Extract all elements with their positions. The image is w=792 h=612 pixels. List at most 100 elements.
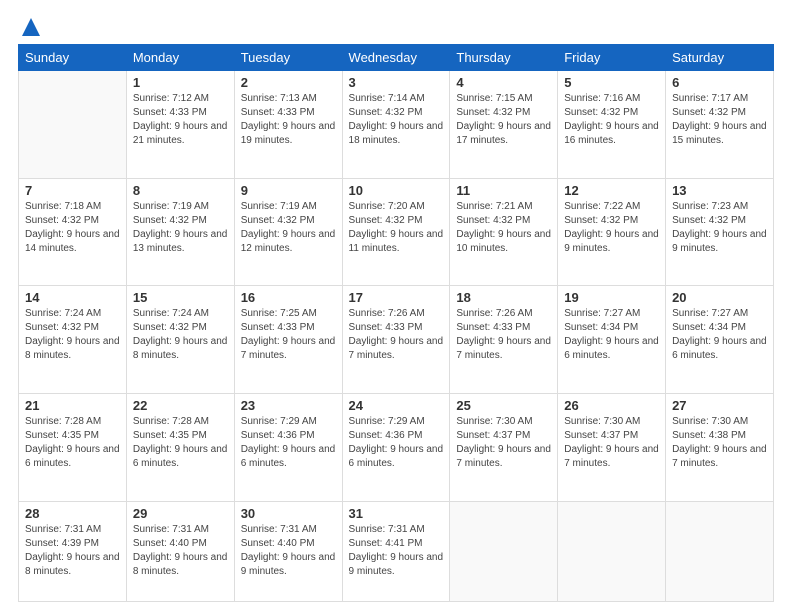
cell-info: Sunrise: 7:22 AMSunset: 4:32 PMDaylight:… <box>564 200 659 256</box>
day-number: 29 <box>133 506 228 521</box>
calendar-table: SundayMondayTuesdayWednesdayThursdayFrid… <box>18 44 774 602</box>
cell-info: Sunrise: 7:24 AMSunset: 4:32 PMDaylight:… <box>133 307 228 363</box>
calendar-cell: 6 Sunrise: 7:17 AMSunset: 4:32 PMDaylight… <box>666 71 774 179</box>
day-number: 14 <box>25 290 120 305</box>
calendar-day-header: Monday <box>126 45 234 71</box>
calendar-cell: 17 Sunrise: 7:26 AMSunset: 4:33 PMDayligh… <box>342 286 450 394</box>
calendar-day-header: Tuesday <box>234 45 342 71</box>
calendar-week-row: 28 Sunrise: 7:31 AMSunset: 4:39 PMDayligh… <box>19 501 774 601</box>
cell-info: Sunrise: 7:31 AMSunset: 4:39 PMDaylight:… <box>25 523 120 579</box>
calendar-day-header: Thursday <box>450 45 558 71</box>
calendar-cell: 22 Sunrise: 7:28 AMSunset: 4:35 PMDayligh… <box>126 393 234 501</box>
day-number: 8 <box>133 183 228 198</box>
day-number: 15 <box>133 290 228 305</box>
calendar-cell: 28 Sunrise: 7:31 AMSunset: 4:39 PMDayligh… <box>19 501 127 601</box>
calendar-cell: 26Sunrise: 7:30 AMSunset: 4:37 PMDayligh… <box>558 393 666 501</box>
calendar-cell: 21Sunrise: 7:28 AMSunset: 4:35 PMDayligh… <box>19 393 127 501</box>
day-number: 31 <box>349 506 444 521</box>
calendar-cell: 4 Sunrise: 7:15 AMSunset: 4:32 PMDaylight… <box>450 71 558 179</box>
calendar-cell: 29 Sunrise: 7:31 AMSunset: 4:40 PMDayligh… <box>126 501 234 601</box>
calendar-cell: 19 Sunrise: 7:27 AMSunset: 4:34 PMDayligh… <box>558 286 666 394</box>
day-number: 4 <box>456 75 551 90</box>
cell-info: Sunrise: 7:20 AMSunset: 4:32 PMDaylight:… <box>349 200 444 256</box>
cell-info: Sunrise: 7:14 AMSunset: 4:32 PMDaylight:… <box>349 92 444 148</box>
calendar-week-row: 1 Sunrise: 7:12 AMSunset: 4:33 PMDaylight… <box>19 71 774 179</box>
cell-info: Sunrise: 7:28 AMSunset: 4:35 PMDaylight:… <box>133 415 228 471</box>
cell-info: Sunrise: 7:19 AMSunset: 4:32 PMDaylight:… <box>241 200 336 256</box>
day-number: 2 <box>241 75 336 90</box>
calendar-cell: 10 Sunrise: 7:20 AMSunset: 4:32 PMDayligh… <box>342 178 450 286</box>
calendar-cell: 13Sunrise: 7:23 AMSunset: 4:32 PMDayligh… <box>666 178 774 286</box>
calendar-cell <box>450 501 558 601</box>
logo <box>18 18 42 34</box>
day-number: 18 <box>456 290 551 305</box>
day-number: 17 <box>349 290 444 305</box>
calendar-cell: 31 Sunrise: 7:31 AMSunset: 4:41 PMDayligh… <box>342 501 450 601</box>
calendar-cell: 30Sunrise: 7:31 AMSunset: 4:40 PMDayligh… <box>234 501 342 601</box>
cell-info: Sunrise: 7:19 AMSunset: 4:32 PMDaylight:… <box>133 200 228 256</box>
day-number: 5 <box>564 75 659 90</box>
cell-info: Sunrise: 7:31 AMSunset: 4:41 PMDaylight:… <box>349 523 444 579</box>
calendar-header-row: SundayMondayTuesdayWednesdayThursdayFrid… <box>19 45 774 71</box>
calendar-week-row: 7Sunrise: 7:18 AMSunset: 4:32 PMDaylight… <box>19 178 774 286</box>
calendar-cell: 12 Sunrise: 7:22 AMSunset: 4:32 PMDayligh… <box>558 178 666 286</box>
cell-info: Sunrise: 7:13 AMSunset: 4:33 PMDaylight:… <box>241 92 336 148</box>
cell-info: Sunrise: 7:30 AMSunset: 4:38 PMDaylight:… <box>672 415 767 471</box>
cell-info: Sunrise: 7:27 AMSunset: 4:34 PMDaylight:… <box>672 307 767 363</box>
cell-info: Sunrise: 7:15 AMSunset: 4:32 PMDaylight:… <box>456 92 551 148</box>
cell-info: Sunrise: 7:23 AMSunset: 4:32 PMDaylight:… <box>672 200 767 256</box>
calendar-cell <box>19 71 127 179</box>
calendar-cell: 20Sunrise: 7:27 AMSunset: 4:34 PMDayligh… <box>666 286 774 394</box>
calendar-cell: 2 Sunrise: 7:13 AMSunset: 4:33 PMDaylight… <box>234 71 342 179</box>
cell-info: Sunrise: 7:16 AMSunset: 4:32 PMDaylight:… <box>564 92 659 148</box>
calendar-day-header: Saturday <box>666 45 774 71</box>
day-number: 9 <box>241 183 336 198</box>
calendar-day-header: Sunday <box>19 45 127 71</box>
cell-info: Sunrise: 7:12 AMSunset: 4:33 PMDaylight:… <box>133 92 228 148</box>
day-number: 16 <box>241 290 336 305</box>
calendar-cell: 1 Sunrise: 7:12 AMSunset: 4:33 PMDaylight… <box>126 71 234 179</box>
cell-info: Sunrise: 7:29 AMSunset: 4:36 PMDaylight:… <box>241 415 336 471</box>
calendar-week-row: 21 Sunrise: 7:28 AMSunset: 4:35 PMDayligh… <box>19 393 774 501</box>
cell-info: Sunrise: 7:25 AMSunset: 4:33 PMDaylight:… <box>241 307 336 363</box>
calendar-cell: 7Sunrise: 7:18 AMSunset: 4:32 PMDaylight… <box>19 178 127 286</box>
calendar-week-row: 14 Sunrise: 7:24 AMSunset: 4:32 PMDayligh… <box>19 286 774 394</box>
cell-info: Sunrise: 7:31 AMSunset: 4:40 PMDaylight:… <box>133 523 228 579</box>
day-number: 12 <box>564 183 659 198</box>
day-number: 10 <box>349 183 444 198</box>
calendar-cell: 11 Sunrise: 7:21 AMSunset: 4:32 PMDayligh… <box>450 178 558 286</box>
cell-info: Sunrise: 7:30 AMSunset: 4:37 PMDaylight:… <box>456 415 551 471</box>
calendar-cell: 5 Sunrise: 7:16 AMSunset: 4:32 PMDaylight… <box>558 71 666 179</box>
header <box>18 18 774 34</box>
calendar-cell <box>666 501 774 601</box>
day-number: 30 <box>241 506 336 521</box>
calendar-cell: 27 Sunrise: 7:30 AMSunset: 4:38 PMDayligh… <box>666 393 774 501</box>
calendar-body: 1 Sunrise: 7:12 AMSunset: 4:33 PMDaylight… <box>19 71 774 602</box>
calendar-cell: 8 Sunrise: 7:19 AMSunset: 4:32 PMDaylight… <box>126 178 234 286</box>
calendar-cell: 25Sunrise: 7:30 AMSunset: 4:37 PMDayligh… <box>450 393 558 501</box>
day-number: 19 <box>564 290 659 305</box>
day-number: 1 <box>133 75 228 90</box>
cell-info: Sunrise: 7:17 AMSunset: 4:32 PMDaylight:… <box>672 92 767 148</box>
calendar-cell: 15 Sunrise: 7:24 AMSunset: 4:32 PMDayligh… <box>126 286 234 394</box>
calendar-cell: 9 Sunrise: 7:19 AMSunset: 4:32 PMDaylight… <box>234 178 342 286</box>
cell-info: Sunrise: 7:27 AMSunset: 4:34 PMDaylight:… <box>564 307 659 363</box>
cell-info: Sunrise: 7:21 AMSunset: 4:32 PMDaylight:… <box>456 200 551 256</box>
calendar-day-header: Wednesday <box>342 45 450 71</box>
day-number: 27 <box>672 398 767 413</box>
day-number: 11 <box>456 183 551 198</box>
calendar-cell: 14Sunrise: 7:24 AMSunset: 4:32 PMDayligh… <box>19 286 127 394</box>
day-number: 22 <box>133 398 228 413</box>
day-number: 6 <box>672 75 767 90</box>
calendar-cell: 23 Sunrise: 7:29 AMSunset: 4:36 PMDayligh… <box>234 393 342 501</box>
calendar-day-header: Friday <box>558 45 666 71</box>
day-number: 7 <box>25 183 120 198</box>
day-number: 23 <box>241 398 336 413</box>
cell-info: Sunrise: 7:30 AMSunset: 4:37 PMDaylight:… <box>564 415 659 471</box>
cell-info: Sunrise: 7:26 AMSunset: 4:33 PMDaylight:… <box>349 307 444 363</box>
day-number: 28 <box>25 506 120 521</box>
day-number: 21 <box>25 398 120 413</box>
day-number: 3 <box>349 75 444 90</box>
calendar-cell: 3 Sunrise: 7:14 AMSunset: 4:32 PMDaylight… <box>342 71 450 179</box>
day-number: 24 <box>349 398 444 413</box>
